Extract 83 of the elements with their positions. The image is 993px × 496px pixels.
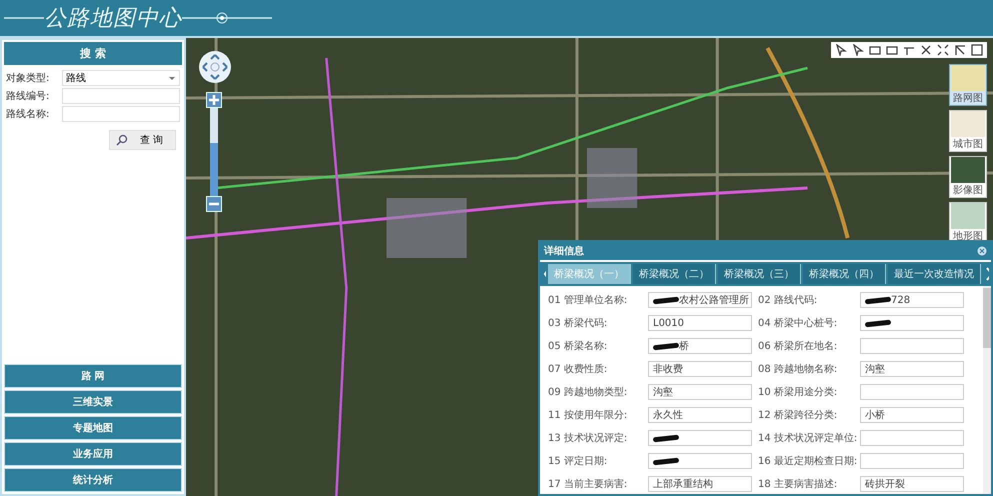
input-field[interactable]: 桥 [648, 338, 752, 354]
input-field[interactable] [62, 106, 180, 122]
field-label: 路线名称: [6, 108, 50, 121]
query-button[interactable]: 查 询 [108, 130, 176, 150]
input-field[interactable] [860, 384, 964, 400]
field-label: 路线编号: [6, 90, 50, 103]
field-label: 02 路线代码: [758, 294, 818, 307]
input-field[interactable] [860, 453, 964, 469]
input-field[interactable]: L0010 [648, 315, 752, 331]
input-field[interactable] [648, 453, 752, 469]
input-field[interactable] [62, 88, 180, 104]
select-field[interactable]: 路线 [62, 70, 180, 86]
zoom-slider[interactable] [210, 108, 218, 196]
input-field[interactable]: 农村公路管理所 [648, 292, 752, 308]
field-label: 01 管理单位名称: [548, 294, 628, 307]
pan-control-icon[interactable] [198, 50, 232, 84]
zoom-out-button[interactable] [206, 196, 222, 212]
basemap-option[interactable]: 城市图 [949, 110, 987, 152]
field-label: 13 技术状况评定: [548, 432, 628, 445]
field-label: 09 跨越地物类型: [548, 386, 628, 399]
field-label: 14 技术状况评定单位: [758, 432, 854, 445]
basemap-thumbnail [951, 157, 985, 183]
field-label: 08 跨越地物名称: [758, 362, 838, 376]
input-field[interactable]: 永久性 [648, 407, 752, 423]
app-title: 公路地图中心 [44, 5, 182, 33]
input-field[interactable]: 沟壑 [648, 384, 752, 400]
close-icon[interactable] [977, 246, 987, 256]
tab[interactable]: 桥梁概况（四） [803, 264, 886, 284]
rect-tool-icon[interactable] [886, 44, 898, 56]
arrow-tool-icon[interactable] [835, 44, 847, 56]
basemap-label: 影像图 [953, 184, 983, 197]
field-label: 03 桥梁代码: [548, 316, 608, 330]
nav-item[interactable]: 业务应用 [4, 442, 182, 466]
rect-tool-icon[interactable] [869, 44, 881, 56]
field-label: 对象类型: [6, 72, 50, 85]
corner-tool-icon[interactable] [954, 44, 966, 56]
input-field[interactable] [648, 430, 752, 446]
nav-item[interactable]: 路 网 [4, 364, 182, 388]
basemap-thumbnail [951, 65, 985, 91]
field-label: 18 主要病害描述: [758, 478, 838, 491]
input-field[interactable]: 非收费 [648, 361, 752, 377]
tab[interactable]: 桥梁概况（二） [633, 264, 716, 284]
zoom-in-button[interactable] [206, 92, 222, 108]
plus-icon [209, 95, 219, 105]
search-header: 搜 索 [4, 42, 182, 65]
input-field[interactable]: 728 [860, 292, 964, 308]
basemap-label: 地形图 [953, 230, 983, 243]
field-label: 05 桥梁名称: [548, 340, 608, 353]
input-field[interactable] [860, 338, 964, 354]
field-label: 07 收费性质: [548, 362, 608, 376]
basemap-thumbnail [951, 111, 985, 137]
nav-item[interactable]: 三维实景 [4, 390, 182, 414]
input-field[interactable]: 小桥 [860, 407, 964, 423]
basemap-option[interactable]: 影像图 [949, 156, 987, 198]
field-label: 17 当前主要病害: [548, 478, 628, 491]
expand-tool-icon[interactable] [937, 44, 949, 56]
scrollbar[interactable] [983, 286, 991, 494]
input-field[interactable]: 沟壑 [860, 361, 964, 377]
panel-title: 详细信息 [544, 244, 584, 258]
tab[interactable]: 最近一次改造情况 [888, 264, 982, 284]
input-field[interactable] [860, 315, 964, 331]
panel-tool-icon[interactable] [971, 44, 983, 56]
arrow-tool-icon[interactable] [852, 44, 864, 56]
field-label: 11 按使用年限分: [548, 408, 628, 422]
search-icon [116, 134, 128, 146]
nav-item[interactable]: 专题地图 [4, 416, 182, 440]
field-label: 06 桥梁所在地名: [758, 340, 838, 353]
input-field[interactable]: 砖拱开裂 [860, 476, 964, 492]
field-label: 04 桥梁中心桩号: [758, 316, 838, 330]
field-label: 10 桥梁用途分类: [758, 386, 838, 399]
basemap-label: 路网图 [953, 92, 983, 105]
input-field[interactable] [860, 430, 964, 446]
cross-tool-icon[interactable] [920, 44, 932, 56]
field-label: 16 最近定期检查日期: [758, 454, 854, 468]
basemap-thumbnail [951, 203, 985, 229]
input-field[interactable]: 上部承重结构 [648, 476, 752, 492]
tab[interactable]: 桥梁概况（三） [718, 264, 802, 284]
basemap-option[interactable]: 路网图 [949, 64, 987, 106]
basemap-label: 城市图 [953, 138, 983, 151]
nav-item[interactable]: 统计分析 [4, 468, 182, 492]
field-label: 12 桥梁跨径分类: [758, 408, 838, 422]
caret-icon [169, 76, 175, 80]
field-label: 15 评定日期: [548, 454, 608, 468]
